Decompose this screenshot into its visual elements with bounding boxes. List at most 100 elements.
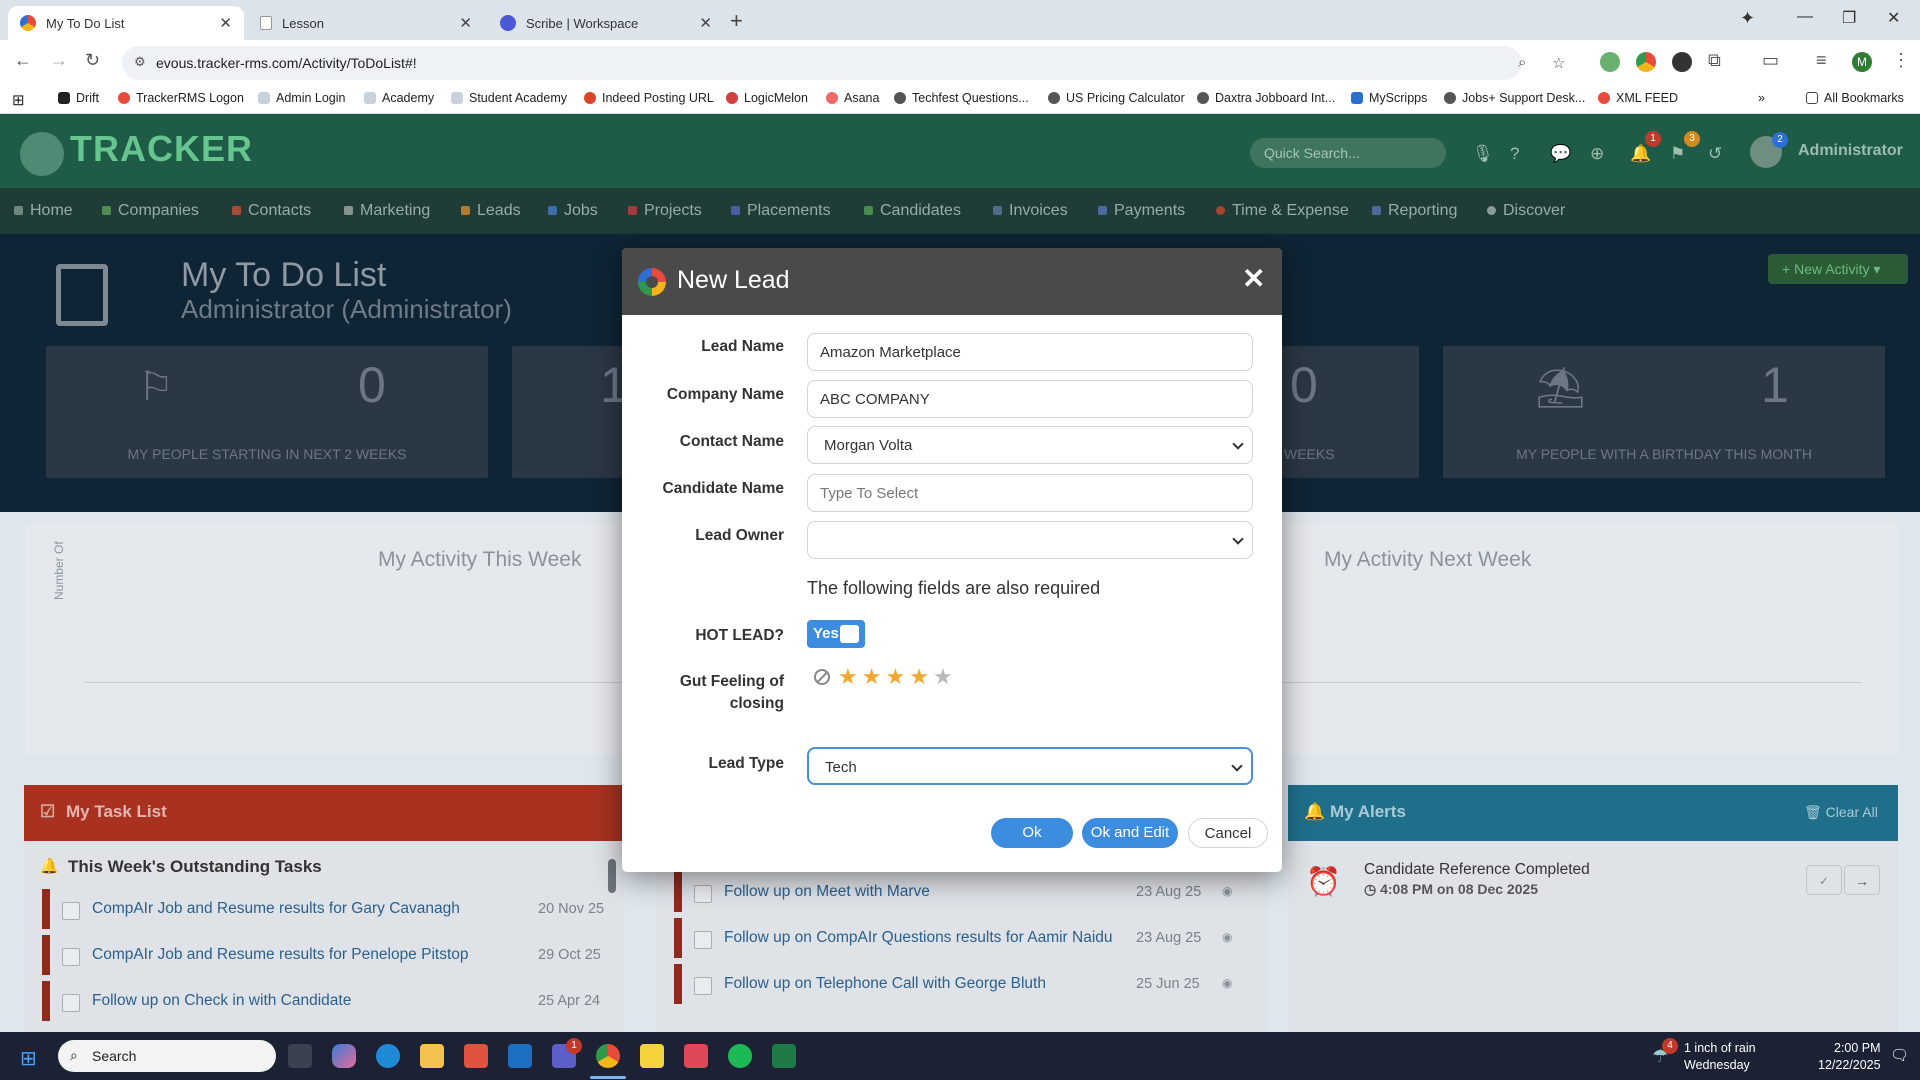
- bookmark-student-academy[interactable]: Student Academy: [451, 91, 567, 105]
- clear-rating-icon[interactable]: [814, 669, 830, 685]
- bookmark-indeed-posting-url[interactable]: Indeed Posting URL: [584, 91, 714, 105]
- sticky-notes-icon[interactable]: [640, 1044, 664, 1068]
- tab-my-to-do-list[interactable]: My To Do List ✕: [8, 6, 244, 40]
- modal-header: New Lead ✕: [622, 248, 1282, 315]
- reading-list-icon[interactable]: ≡: [1816, 50, 1827, 71]
- spotify-icon[interactable]: [728, 1044, 752, 1068]
- profile-avatar[interactable]: M: [1852, 52, 1872, 72]
- copilot-icon[interactable]: [332, 1044, 356, 1068]
- lead-type-value: Tech: [825, 759, 857, 776]
- address-bar[interactable]: ⚙ evous.tracker-rms.com/Activity/ToDoLis…: [122, 46, 1565, 80]
- clock-date[interactable]: 12/22/2025: [1818, 1058, 1881, 1072]
- lead-type-select[interactable]: Tech: [807, 747, 1253, 785]
- lead-name-label: Lead Name: [701, 338, 784, 355]
- close-icon[interactable]: ✕: [1242, 262, 1265, 295]
- star-filled-icon[interactable]: ★: [909, 666, 929, 688]
- file-explorer-icon[interactable]: [420, 1044, 444, 1068]
- extension-leaf-icon[interactable]: [1600, 52, 1620, 72]
- bookmark-star-icon[interactable]: ☆: [1552, 54, 1565, 72]
- tracker-icon: [118, 92, 130, 104]
- chrome-icon[interactable]: [596, 1044, 620, 1068]
- outlook-icon[interactable]: [508, 1044, 532, 1068]
- windows-search[interactable]: ⌕ Search: [58, 1040, 276, 1072]
- apps-grid-icon[interactable]: ⊞: [12, 91, 25, 109]
- close-tab-icon[interactable]: ✕: [459, 14, 472, 32]
- notification-center-icon[interactable]: 🗨: [1890, 1046, 1909, 1064]
- extension-tracker-icon[interactable]: [1636, 52, 1656, 72]
- star-empty-icon[interactable]: ★: [933, 666, 953, 688]
- forward-icon[interactable]: →: [50, 50, 68, 71]
- scribe-app-icon[interactable]: [464, 1044, 488, 1068]
- bookmark-us-pricing-calculator[interactable]: US Pricing Calculator: [1048, 91, 1185, 105]
- cancel-button[interactable]: Cancel: [1188, 818, 1268, 848]
- bookmark-daxtra-jobboard[interactable]: Daxtra Jobboard Int...: [1197, 91, 1335, 105]
- new-tab-icon[interactable]: +: [730, 8, 743, 34]
- bookmark-logicmelon[interactable]: LogicMelon: [726, 91, 808, 105]
- hot-lead-toggle[interactable]: Yes: [807, 620, 865, 648]
- candidate-name-input[interactable]: [807, 474, 1253, 512]
- bookmark-asana[interactable]: Asana: [826, 91, 879, 105]
- snipping-tool-icon[interactable]: [684, 1044, 708, 1068]
- teams-badge: 1: [566, 1038, 582, 1054]
- ok-and-edit-button[interactable]: Ok and Edit: [1082, 818, 1178, 848]
- tracker-favicon-icon: [20, 15, 36, 31]
- chevron-down-icon: [1232, 438, 1244, 450]
- modal-title: New Lead: [677, 266, 790, 294]
- bolt-icon: [58, 92, 70, 104]
- task-view-icon[interactable]: [288, 1044, 312, 1068]
- lead-type-label: Lead Type: [708, 755, 784, 772]
- bookmark-myscripps[interactable]: MyScripps: [1351, 91, 1427, 105]
- lead-owner-select[interactable]: [807, 521, 1253, 559]
- bookmark-techfest-questions[interactable]: Techfest Questions...: [894, 91, 1029, 105]
- bookmark-jobs-support-desk[interactable]: Jobs+ Support Desk...: [1444, 91, 1585, 105]
- document-favicon-icon: [260, 16, 272, 30]
- bookmark-drift[interactable]: Drift: [58, 91, 99, 105]
- extension-circle-icon[interactable]: [1672, 52, 1692, 72]
- bookmark-admin-login[interactable]: Admin Login: [258, 91, 346, 105]
- star-filled-icon[interactable]: ★: [885, 666, 905, 688]
- browser-tab-bar: My To Do List ✕ Lesson ✕ Scribe | Worksp…: [0, 0, 1920, 40]
- excel-icon[interactable]: [772, 1044, 796, 1068]
- zoom-icon[interactable]: ⌕: [1518, 54, 1526, 71]
- windows-taskbar: ⊞ ⌕ Search 1 ☂ 4 1 inch of rain Wednesda…: [0, 1032, 1920, 1080]
- close-tab-icon[interactable]: ✕: [219, 14, 232, 32]
- globe-icon: [1048, 92, 1060, 104]
- restore-icon[interactable]: ❐: [1842, 8, 1856, 28]
- tab-lesson[interactable]: Lesson ✕: [248, 6, 484, 40]
- gemini-icon[interactable]: ✦: [1740, 8, 1755, 29]
- edge-icon[interactable]: [376, 1044, 400, 1068]
- bookmarks-bar: ⊞ Drift TrackerRMS Logon Admin Login Aca…: [0, 86, 1920, 114]
- tab-scribe[interactable]: Scribe | Workspace ✕: [488, 6, 724, 40]
- candidate-name-label: Candidate Name: [662, 480, 784, 497]
- bookmark-xml-feed[interactable]: XML FEED: [1598, 91, 1678, 105]
- globe-icon: [894, 92, 906, 104]
- windows-start-icon[interactable]: ⊞: [20, 1046, 37, 1071]
- close-tab-icon[interactable]: ✕: [699, 14, 712, 32]
- tab-search-icon[interactable]: ▭: [1762, 50, 1779, 71]
- company-name-input[interactable]: [807, 380, 1253, 418]
- window-close-icon[interactable]: ✕: [1887, 8, 1900, 28]
- minimize-icon[interactable]: —: [1797, 8, 1813, 26]
- back-icon[interactable]: ←: [14, 50, 32, 71]
- lead-name-input[interactable]: [807, 333, 1253, 371]
- star-filled-icon[interactable]: ★: [838, 666, 858, 688]
- star-filled-icon[interactable]: ★: [862, 666, 882, 688]
- extensions-puzzle-icon[interactable]: ⧉: [1708, 50, 1721, 71]
- ok-button[interactable]: Ok: [991, 818, 1073, 848]
- gut-feeling-rating[interactable]: ★ ★ ★ ★ ★: [814, 666, 957, 688]
- weather-text[interactable]: 1 inch of rain: [1684, 1041, 1756, 1055]
- hot-lead-label: HOT LEAD?: [695, 627, 784, 644]
- site-info-icon[interactable]: ⚙: [134, 54, 146, 70]
- tracker-icon: [1598, 92, 1610, 104]
- contact-name-select[interactable]: Morgan Volta: [807, 426, 1253, 464]
- browser-menu-icon[interactable]: ⋮: [1892, 50, 1910, 71]
- indeed-icon: [584, 92, 596, 104]
- more-bookmarks-icon[interactable]: »: [1758, 91, 1765, 105]
- clock-time[interactable]: 2:00 PM: [1834, 1041, 1881, 1055]
- tab-title: My To Do List: [46, 15, 125, 31]
- all-bookmarks[interactable]: All Bookmarks: [1806, 91, 1904, 105]
- required-fields-note: The following fields are also required: [807, 578, 1101, 598]
- bookmark-academy[interactable]: Academy: [364, 91, 434, 105]
- reload-icon[interactable]: ↻: [85, 50, 100, 71]
- bookmark-trackerrms-logon[interactable]: TrackerRMS Logon: [118, 91, 244, 105]
